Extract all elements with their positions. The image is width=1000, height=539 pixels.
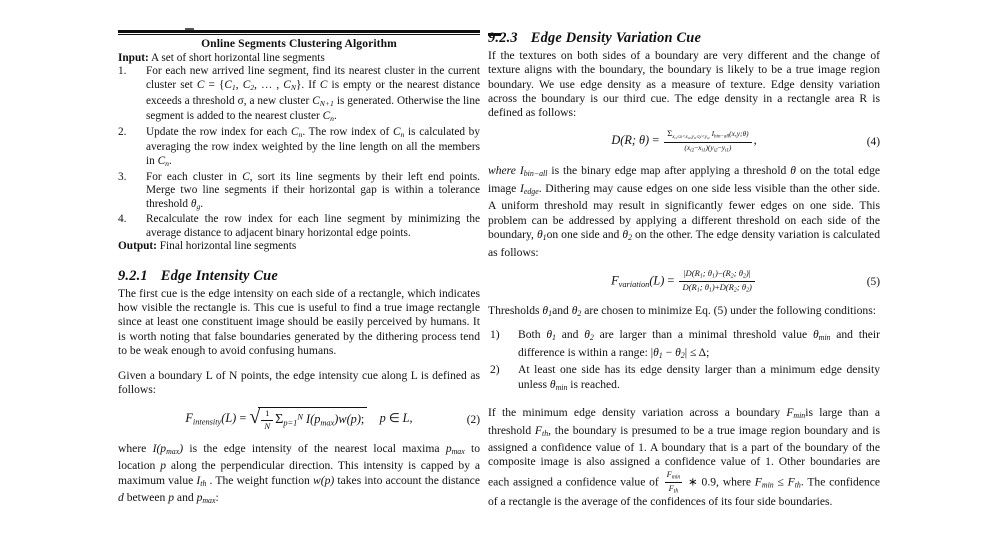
step-number: 2. bbox=[118, 125, 127, 138]
paragraph-confidence: If the minimum edge density variation ac… bbox=[488, 406, 880, 509]
paragraph-edge-density-intro: If the textures on both sides of a bound… bbox=[488, 49, 880, 120]
algorithm-steps: 1. For each new arrived line segment, fi… bbox=[118, 65, 480, 240]
paragraph-thresholds: Thresholds θ1and θ2 are chosen to minimi… bbox=[488, 303, 876, 319]
fraction-variation: |D(R1; θ1)−(R2; θ2)| D(R1; θ1)+D(R2; θ2) bbox=[679, 268, 755, 295]
section-number: 9.2.1 bbox=[118, 267, 148, 284]
step-number: 3. bbox=[118, 170, 127, 183]
step-number: 4. bbox=[118, 213, 127, 226]
algorithm-step: 2. Update the row index for each Cn. The… bbox=[118, 126, 480, 171]
algorithm-input-label: Input: bbox=[118, 52, 149, 64]
algorithm-input-text: A set of short horizontal line segments bbox=[148, 52, 325, 64]
equation-4-number: (4) bbox=[866, 136, 880, 149]
equation-4: D(R; θ) = Σxi1≤x<xi2,yi1≤y<yi2 Ibin−all(… bbox=[488, 129, 880, 155]
section-title: Edge Intensity Cue bbox=[160, 267, 278, 284]
algorithm-box: Online Segments Clustering Algorithm Inp… bbox=[118, 30, 480, 254]
condition-item: 1) Both θ1 and θ2 are larger than a mini… bbox=[488, 328, 880, 363]
paragraph-edge-intensity-where: where I(pmax) is the edge intensity of t… bbox=[118, 441, 480, 506]
algorithm-rule-top bbox=[118, 30, 480, 33]
condition-number: 2) bbox=[490, 363, 500, 377]
section-number: 9.2.3 bbox=[488, 30, 518, 46]
equation-4-body: D(R; θ) = Σxi1≤x<xi2,yi1≤y<yi2 Ibin−all(… bbox=[611, 128, 757, 154]
algorithm-rule-thin bbox=[118, 34, 480, 35]
equation-2-body: Fintensity(L) = √ 1 N Σp=1N I(pmax)w(p);… bbox=[185, 405, 413, 432]
equation-2: Fintensity(L) = √ 1 N Σp=1N I(pmax)w(p);… bbox=[118, 405, 480, 433]
fraction-one-over-n: 1 N bbox=[261, 408, 274, 432]
algorithm-step: 3. For each cluster in C, sort its line … bbox=[118, 171, 480, 214]
equation-2-number: (2) bbox=[466, 413, 480, 426]
section-title: Edge Density Variation Cue bbox=[530, 30, 702, 46]
condition-text: Both θ1 and θ2 are larger than a minimal… bbox=[518, 328, 880, 361]
paragraph-edge-intensity-intro: The first cue is the edge intensity on e… bbox=[118, 286, 480, 357]
radical-icon: √ bbox=[249, 405, 261, 428]
algorithm-step: 4. Recalculate the row index for each li… bbox=[118, 213, 480, 240]
algorithm-step: 1. For each new arrived line segment, fi… bbox=[118, 65, 480, 125]
step-number: 1. bbox=[118, 65, 127, 78]
algorithm-output-label: Output: bbox=[118, 240, 157, 253]
step-text: Recalculate the row index for each line … bbox=[146, 213, 480, 239]
sqrt-symbol: √ 1 N Σp=1N I(pmax)w(p); bbox=[249, 405, 368, 432]
condition-text: At least one side has its edge density l… bbox=[518, 363, 880, 392]
algorithm-title: Online Segments Clustering Algorithm bbox=[201, 37, 397, 50]
step-text: Update the row index for each Cn. The ro… bbox=[146, 125, 480, 169]
paper-page: Online Segments Clustering Algorithm Inp… bbox=[0, 0, 1000, 539]
algorithm-input-line: Input: A set of short horizontal line se… bbox=[118, 52, 480, 65]
section-heading-9-2-1: 9.2.1 Edge Intensity Cue bbox=[118, 268, 480, 285]
paragraph-edge-intensity-definition: Given a boundary L of N points, the edge… bbox=[118, 369, 480, 397]
condition-item: 2) At least one side has its edge densit… bbox=[488, 363, 880, 395]
step-text: For each new arrived line segment, find … bbox=[146, 65, 480, 124]
equation-5-body: Fvariation(L) = |D(R1; θ1)−(R2; θ2)| D(R… bbox=[488, 268, 880, 295]
left-column: Online Segments Clustering Algorithm Inp… bbox=[118, 30, 480, 509]
fraction-fmin-fth: Fmin Fth bbox=[664, 469, 683, 495]
algorithm-output-text: Final horizontal line segments bbox=[156, 240, 297, 253]
section-heading-9-2-3: 9.2.3 Edge Density Variation Cue bbox=[488, 30, 880, 47]
condition-number: 1) bbox=[490, 328, 500, 342]
right-column: 9.2.3 Edge Density Variation Cue If the t… bbox=[488, 30, 880, 509]
algorithm-output-line: Output: Final horizontal line segments bbox=[118, 240, 480, 253]
equation-5-number: (5) bbox=[866, 275, 880, 288]
conditions-list: 1) Both θ1 and θ2 are larger than a mini… bbox=[488, 328, 880, 395]
step-text: For each cluster in C, sort its line seg… bbox=[146, 170, 480, 211]
paragraph-edge-density-where: where Ibin−all is the binary edge map af… bbox=[488, 164, 881, 259]
equation-5: Fvariation(L) = |D(R1; θ1)−(R2; θ2)| D(R… bbox=[488, 268, 880, 295]
fraction-edge-density: Σxi1≤x<xi2,yi1≤y<yi2 Ibin−all(x,y;θ) (xi… bbox=[664, 129, 752, 153]
